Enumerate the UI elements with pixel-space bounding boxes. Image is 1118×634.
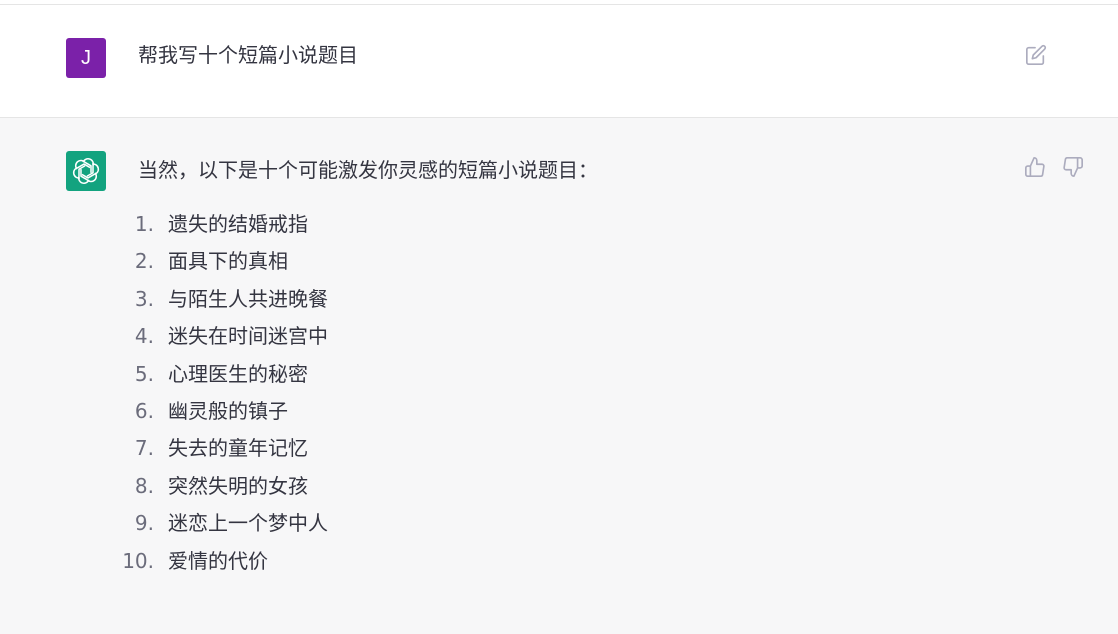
list-item-number: 10.: [122, 548, 154, 573]
list-item: 7. 失去的童年记忆: [135, 430, 998, 467]
user-message-text: 帮我写十个短篇小说题目: [138, 43, 358, 67]
user-message-row: J 帮我写十个短篇小说题目: [0, 5, 1118, 118]
list-item-text: 心理医生的秘密: [168, 361, 308, 386]
list-item-text: 突然失明的女孩: [168, 473, 308, 498]
list-item-text: 失去的童年记忆: [168, 436, 308, 461]
list-item-text: 与陌生人共进晚餐: [168, 286, 328, 311]
user-avatar-letter: J: [81, 46, 91, 69]
list-item-number: 8.: [134, 473, 154, 498]
list-item-text: 幽灵般的镇子: [168, 398, 288, 423]
edit-message-button[interactable]: [1024, 43, 1048, 67]
list-item: 8. 突然失明的女孩: [135, 468, 998, 505]
list-item-number: 2.: [134, 249, 154, 274]
list-item: 6. 幽灵般的镇子: [135, 393, 998, 430]
list-item-number: 6.: [134, 398, 154, 423]
thumbs-down-button[interactable]: [1060, 154, 1086, 180]
user-avatar: J: [66, 38, 106, 78]
list-item: 9. 迷恋上一个梦中人: [135, 505, 998, 542]
list-item-number: 4.: [134, 324, 154, 349]
list-item: 2. 面具下的真相: [135, 243, 998, 280]
list-item-text: 迷失在时间迷宫中: [168, 324, 328, 349]
list-item-number: 5.: [134, 361, 154, 386]
list-item-text: 爱情的代价: [168, 548, 268, 573]
list-item-text: 遗失的结婚戒指: [168, 212, 308, 236]
thumbs-down-icon: [1063, 157, 1083, 177]
story-title-list: 1. 遗失的结婚戒指 2. 面具下的真相 3. 与陌生人共进晚餐 4. 迷失在时间迷宫中…: [122, 206, 998, 580]
list-item-number: 7.: [134, 436, 154, 461]
assistant-intro-text: 当然，以下是十个可能激发你灵感的短篇小说题目：: [138, 158, 598, 182]
assistant-message-row: 当然，以下是十个可能激发你灵感的短篇小说题目： 1. 遗失的结婚戒指 2. 面具下的…: [0, 118, 1118, 634]
thumbs-up-button[interactable]: [1022, 154, 1048, 180]
assistant-message-content: 当然，以下是十个可能激发你灵感的短篇小说题目： 1. 遗失的结婚戒指 2. 面具下的…: [122, 156, 998, 580]
thumbs-up-icon: [1025, 157, 1045, 177]
list-item-text: 面具下的真相: [168, 249, 288, 274]
edit-icon: [1026, 44, 1047, 65]
list-item: 1. 遗失的结婚戒指: [135, 206, 998, 243]
list-item-number: 9.: [134, 511, 154, 536]
list-item-number: 1.: [134, 212, 154, 236]
list-item: 5. 心理医生的秘密: [135, 356, 998, 393]
list-item: 4. 迷失在时间迷宫中: [135, 318, 998, 355]
list-item-text: 迷恋上一个梦中人: [168, 511, 328, 536]
openai-logo-icon: [72, 158, 100, 184]
list-item-number: 3.: [134, 286, 154, 311]
assistant-avatar: [66, 151, 106, 191]
list-item: 10. 爱情的代价: [122, 543, 998, 580]
list-item: 3. 与陌生人共进晚餐: [135, 281, 998, 318]
